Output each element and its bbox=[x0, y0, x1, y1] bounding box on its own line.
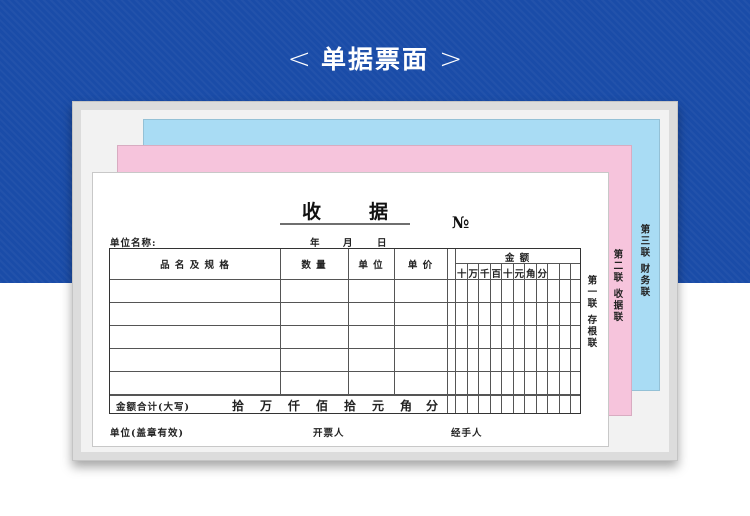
total-unit-qian: 仟 bbox=[288, 399, 301, 413]
total-unit-shi2: 拾 bbox=[344, 399, 357, 413]
digit-ten-thousand: 万 bbox=[468, 269, 478, 280]
column-header-unit: 单 位 bbox=[358, 260, 384, 271]
receipt-number-mark: № bbox=[452, 213, 470, 232]
column-header-item: 品 名 及 规 格 bbox=[160, 260, 230, 271]
receipt-title: 收 据 bbox=[280, 197, 410, 225]
date-month-label: 月 bbox=[343, 238, 354, 249]
column-header-quantity: 数 量 bbox=[301, 260, 327, 271]
column-header-price: 单 价 bbox=[407, 260, 434, 271]
total-amount-label: 金额合计(大写) bbox=[116, 402, 190, 413]
total-unit-yuan: 元 bbox=[372, 399, 385, 413]
section-headline: < 单据票面 > bbox=[0, 38, 750, 78]
digit-thousand: 千 bbox=[479, 269, 490, 280]
chevron-left-icon: < bbox=[287, 41, 311, 75]
second-copy-label: 第二联 收据联 bbox=[611, 249, 623, 324]
total-unit-bai: 佰 bbox=[316, 399, 329, 413]
digit-jiao: 角 bbox=[525, 269, 536, 280]
digit-hundred: 百 bbox=[491, 269, 501, 280]
digit-yuan: 元 bbox=[514, 269, 524, 280]
digit-ten-thousand-ten: 十 bbox=[456, 269, 467, 280]
total-unit-wan: 万 bbox=[260, 399, 273, 413]
receipt-title-char: 收 bbox=[302, 201, 322, 223]
footer-handler: 经手人 bbox=[451, 428, 483, 439]
section-title: 单据票面 bbox=[320, 45, 429, 74]
date-day-label: 日 bbox=[377, 238, 388, 249]
column-header-amount: 金 额 bbox=[504, 253, 531, 264]
chevron-right-icon: > bbox=[439, 41, 463, 75]
digit-fen: 分 bbox=[537, 269, 547, 280]
total-unit-jiao: 角 bbox=[400, 399, 413, 413]
total-unit-fen: 分 bbox=[426, 399, 439, 413]
receipt-title-char: 据 bbox=[368, 201, 388, 223]
date-year-label: 年 bbox=[310, 238, 321, 249]
digit-ten: 十 bbox=[502, 269, 513, 280]
first-copy-label: 第一联 存根联 bbox=[585, 275, 597, 350]
receipt-table: 品 名 及 规 格 数 量 单 位 单 价 金 额 十 万 千 百 十 元 角 … bbox=[109, 248, 581, 414]
total-unit-shi: 拾 bbox=[232, 399, 245, 413]
third-copy-label: 第三联 财务联 bbox=[638, 224, 650, 299]
unit-name-label: 单位名称: bbox=[110, 238, 157, 249]
footer-issuer: 开票人 bbox=[313, 428, 345, 439]
footer-unit-seal: 单位(盖章有效) bbox=[110, 428, 184, 439]
